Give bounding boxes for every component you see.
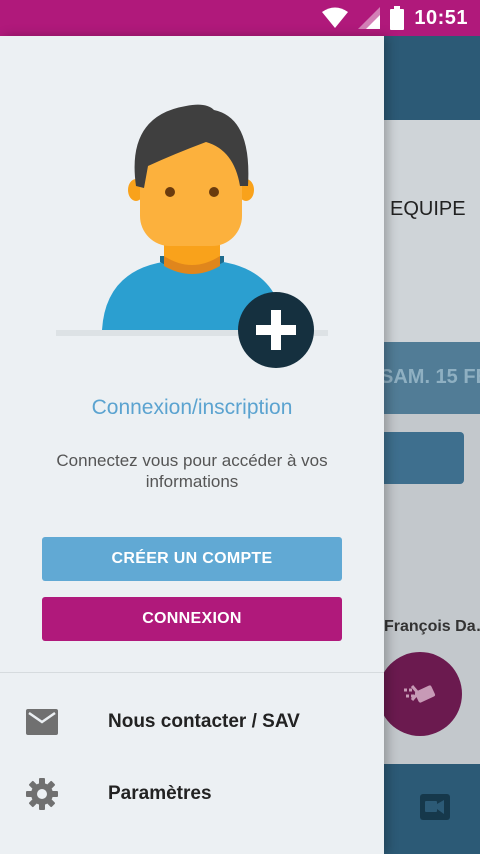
mail-icon [26,706,58,738]
school-icon [26,850,58,854]
avatar [56,96,328,372]
background-button [370,432,464,484]
background-card-text: EQUIPE [390,198,466,220]
navigation-drawer: Connexion/inscription Connectez vous pou… [0,36,384,854]
plus-icon [256,310,296,350]
background-name-text: François Da… [384,618,480,635]
menu-item-contact[interactable]: Nous contacter / SAV [0,692,384,752]
login-subtitle: Connectez vous pour accéder à vos inform… [56,451,328,491]
background-fab [378,652,462,736]
status-icons: 10:51 [322,0,468,36]
signal-icon [358,7,381,29]
menu-item-school[interactable] [0,836,384,854]
battery-icon [390,6,405,30]
gear-icon [26,778,58,810]
create-account-button[interactable]: CRÉER UN COMPTE [42,537,342,581]
wifi-icon [322,7,349,28]
login-button[interactable]: CONNEXION [42,597,342,641]
status-bar: 10:51 [0,0,480,36]
background-date-text: SAM. 15 FÉV [380,366,480,388]
status-time: 10:51 [414,6,468,29]
login-signup-title[interactable]: Connexion/inscription [0,396,384,420]
transfer-icon [404,685,436,703]
menu-divider [0,672,384,673]
add-account-button[interactable] [238,292,314,368]
menu-item-label: Paramètres [108,783,212,804]
menu-item-label: Nous contacter / SAV [108,711,300,732]
menu-item-settings[interactable]: Paramètres [0,764,384,824]
video-camera-icon [420,794,450,820]
